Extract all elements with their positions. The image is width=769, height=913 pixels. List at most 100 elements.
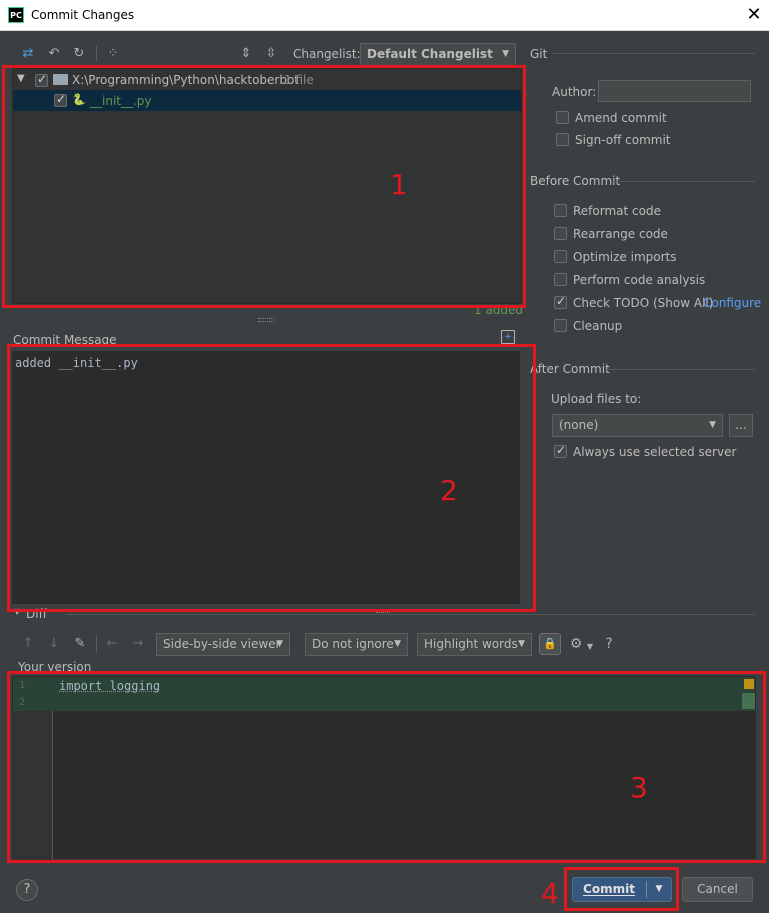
viewer-mode-dropdown[interactable]: Side-by-side viewer ▼ [156, 633, 290, 656]
highlight-mode-value: Highlight words [424, 637, 518, 651]
chevron-down-icon: ▼ [502, 49, 509, 59]
cleanup-checkbox[interactable] [554, 319, 567, 332]
rearrange-label: Rearrange code [573, 227, 668, 241]
root-file-count: 1 file [284, 73, 314, 87]
commit-split-divider [646, 881, 647, 898]
arrow-up-icon[interactable]: ↑ [19, 635, 37, 653]
line-number: 2 [19, 697, 26, 708]
author-input[interactable] [598, 80, 751, 102]
arrow-right-icon[interactable]: → [129, 635, 147, 653]
after-commit-header: After Commit [530, 362, 610, 376]
ignore-mode-value: Do not ignore [312, 637, 394, 651]
expand-arrow-icon[interactable]: ▼ [17, 73, 25, 84]
viewer-mode-value: Side-by-side viewer [163, 637, 281, 651]
diff-toolbar-separator [96, 636, 97, 652]
chevron-down-icon: ▼ [394, 639, 401, 649]
arrow-down-icon[interactable]: ↓ [45, 635, 63, 653]
changelist-dropdown[interactable]: Default Changelist ▼ [360, 43, 516, 66]
changes-tree[interactable]: ▼ X:\Programming\Python\hacktoberbot 1 f… [12, 68, 522, 304]
chevron-down-icon: ▼ [709, 420, 716, 430]
code-analysis-label: Perform code analysis [573, 273, 706, 287]
chevron-down-icon: ▼ [518, 639, 525, 649]
diff-help-icon[interactable]: ? [600, 635, 618, 653]
refresh-icon[interactable]: ↻ [70, 45, 88, 63]
line-number: 1 [19, 680, 26, 691]
diff-header: Diff [26, 607, 47, 621]
root-path: X:\Programming\Python\hacktoberbot [72, 73, 300, 87]
tree-root-row[interactable]: ▼ X:\Programming\Python\hacktoberbot 1 f… [13, 69, 521, 90]
optimize-imports-label: Optimize imports [573, 250, 677, 264]
cleanup-label: Cleanup [573, 319, 623, 333]
commit-options-chevron-down-icon[interactable]: ▼ [649, 878, 669, 901]
close-icon[interactable]: ✕ [742, 3, 766, 27]
rearrange-checkbox[interactable] [554, 227, 567, 240]
folder-icon [53, 74, 68, 85]
tree-file-row[interactable]: 🐍 __init__.py [13, 90, 521, 111]
added-count-status: 1 added [474, 303, 524, 317]
upload-server-value: (none) [559, 418, 599, 432]
commit-message-header: Commit Message [13, 333, 117, 347]
amend-label: Amend commit [575, 111, 667, 125]
diff-splitter-handle[interactable] [376, 612, 390, 616]
reformat-checkbox[interactable] [554, 204, 567, 217]
cancel-button[interactable]: Cancel [682, 877, 753, 902]
optimize-imports-checkbox[interactable] [554, 250, 567, 263]
before-commit-divider [612, 181, 755, 182]
title-bar: PC Commit Changes ✕ [0, 0, 769, 31]
highlight-mode-dropdown[interactable]: Highlight words ▼ [417, 633, 532, 656]
commit-button[interactable]: Commit ▼ [572, 877, 672, 902]
change-marker[interactable] [742, 693, 755, 709]
your-version-label: Your version [18, 660, 92, 674]
rollback-icon[interactable]: ↶ [45, 45, 63, 63]
browse-servers-button[interactable]: ... [729, 414, 753, 437]
changelist-label: Changelist: [293, 47, 361, 61]
signoff-label: Sign-off commit [575, 133, 671, 147]
git-section-divider [552, 53, 755, 54]
python-file-icon: 🐍 [72, 93, 86, 106]
annotation-number: 2 [440, 474, 458, 507]
before-commit-header: Before Commit [530, 174, 621, 188]
warning-marker-icon[interactable] [744, 679, 754, 689]
help-button[interactable]: ? [16, 879, 38, 901]
file-checkbox[interactable] [54, 92, 67, 107]
always-use-server-label: Always use selected server [573, 445, 737, 459]
signoff-checkbox[interactable] [556, 133, 569, 146]
pycharm-logo-icon: PC [8, 7, 24, 23]
root-checkbox[interactable] [35, 72, 48, 87]
commit-history-icon[interactable]: + [501, 330, 515, 344]
diff-editor[interactable]: 1 import logging 2 [12, 676, 756, 860]
configure-link[interactable]: Configure [703, 296, 761, 310]
annotation-number: 4 [541, 877, 559, 910]
amend-checkbox[interactable] [556, 111, 569, 124]
commit-message-text: added __init__.py [15, 356, 138, 370]
toolbar-separator [96, 46, 97, 62]
changelist-value: Default Changelist [367, 47, 493, 61]
chevron-down-icon: ▼ [276, 639, 283, 649]
diff-collapse-icon[interactable]: ▼ [14, 607, 20, 616]
show-diff-icon[interactable]: ⇄ [19, 45, 37, 63]
edit-icon[interactable]: ✎ [71, 635, 89, 653]
upload-label: Upload files to: [551, 392, 642, 406]
code-analysis-checkbox[interactable] [554, 273, 567, 286]
settings-chevron-down-icon[interactable]: ▼ [581, 638, 599, 656]
after-commit-divider [605, 369, 755, 370]
annotation-number: 3 [630, 771, 648, 804]
splitter-handle[interactable] [258, 318, 274, 322]
annotation-number: 1 [390, 168, 408, 201]
check-todo-label: Check TODO (Show All) [573, 296, 714, 310]
file-name: __init__.py [90, 94, 152, 108]
git-section-header: Git [530, 47, 548, 61]
upload-server-dropdown[interactable]: (none) ▼ [552, 414, 723, 437]
commit-label: Commit [583, 882, 635, 896]
check-todo-checkbox[interactable] [554, 294, 567, 309]
reformat-label: Reformat code [573, 204, 661, 218]
lock-icon[interactable]: 🔒 [539, 633, 561, 655]
code-line: import logging [59, 679, 161, 693]
ignore-mode-dropdown[interactable]: Do not ignore ▼ [305, 633, 408, 656]
expand-all-icon[interactable]: ⇕ [237, 45, 255, 63]
arrow-left-icon[interactable]: ← [103, 635, 121, 653]
group-by-icon[interactable]: ⁘ [104, 45, 122, 63]
always-use-server-checkbox[interactable] [554, 443, 567, 458]
collapse-all-icon[interactable]: ⇳ [262, 45, 280, 63]
window-title: Commit Changes [31, 8, 135, 22]
